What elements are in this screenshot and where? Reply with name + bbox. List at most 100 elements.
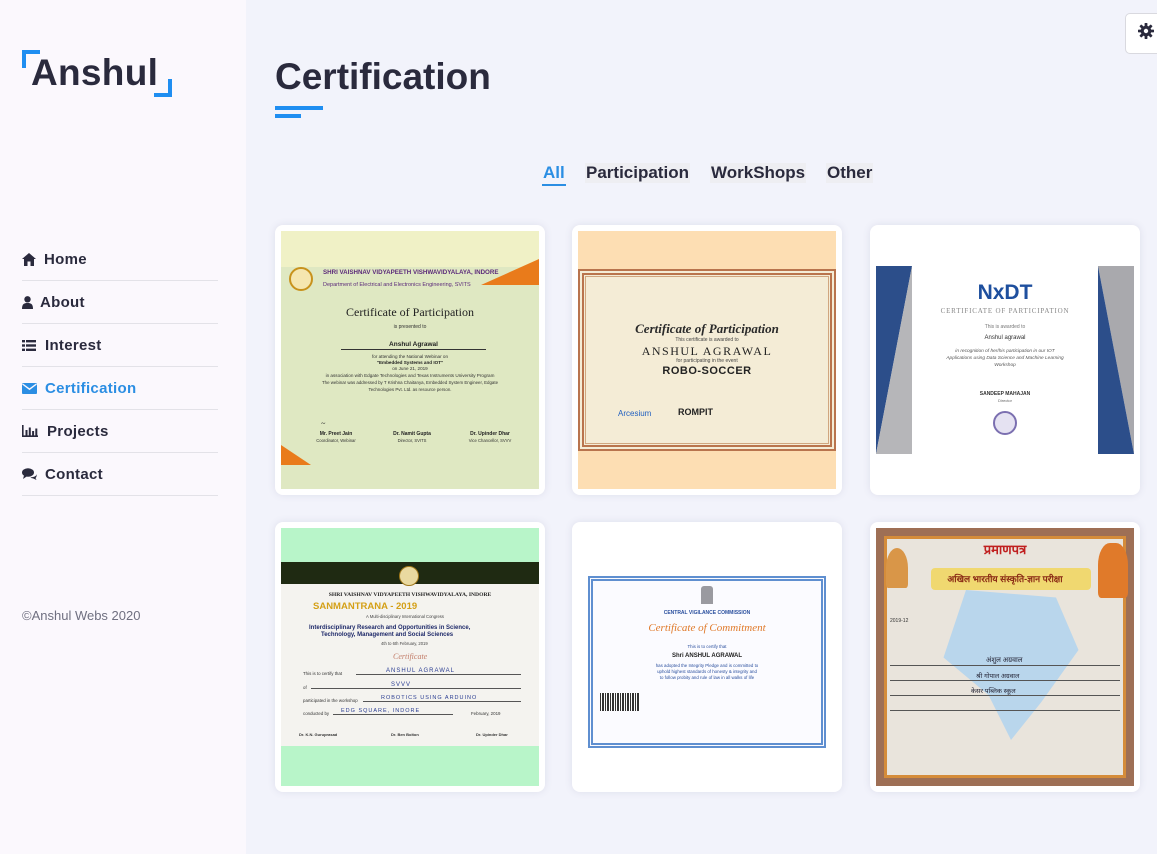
cert-line: "Embedded Systems and IOT" — [376, 360, 444, 365]
certificate-card[interactable]: NxDT CERTIFICATE OF PARTICIPATION This i… — [870, 225, 1140, 495]
sidebar-nav: Home About Interest Certification Projec… — [22, 238, 218, 496]
cert-line: Interdisciplinary Research and Opportuni… — [309, 625, 471, 631]
cert-awarded: This certificate is awarded to — [675, 337, 739, 343]
cert-line: 4th to 6th February, 2019 — [381, 641, 428, 646]
cert-name: Shri ANSHUL AGRAWAL — [671, 653, 743, 659]
cert-line: Technology, Management and Social Scienc… — [321, 632, 454, 638]
cert-signer: SANDEEP MAHAJAN — [979, 391, 1031, 397]
cert-signatory-role: Coordinator, Webinar — [316, 438, 356, 443]
cert-signatory-role: Director, SVITS — [397, 438, 427, 443]
cert-event: ROBO-SOCCER — [662, 365, 752, 377]
cert-line: on June 21, 2019 — [392, 366, 428, 371]
cert-certify: This is to certify that — [687, 644, 727, 649]
nxdt-logo-text: NxDT — [977, 281, 1033, 304]
cert-signatory-name: Dr. Upinder Dhar — [470, 431, 510, 437]
cert-name: अंशुल अग्रवाल — [986, 657, 1023, 664]
nav-label: Home — [44, 250, 87, 268]
nav-item-projects[interactable]: Projects — [22, 410, 218, 453]
cert-university: SHRI VAISHNAV VIDYAPEETH VISHWAVIDYALAYA… — [323, 269, 499, 276]
nav-label: About — [40, 293, 85, 311]
cert-signatory-name: Dr. Upinder Dhar — [476, 732, 508, 737]
certificate-image-sanskriti-pariksha: प्रमाणपत्र अखिल भारतीय संस्कृति-ज्ञान पर… — [876, 528, 1134, 786]
nav-item-home[interactable]: Home — [22, 238, 218, 281]
cert-name: Anshul agrawal — [984, 335, 1026, 341]
certificate-card[interactable]: प्रमाणपत्र अखिल भारतीय संस्कृति-ज्ञान पर… — [870, 522, 1140, 792]
user-icon — [22, 295, 40, 309]
certificate-image-cvc: CENTRAL VIGILANCE COMMISSION Certificate… — [578, 528, 836, 786]
cert-signatory-name: Dr. Ben Bolton — [391, 732, 419, 737]
envelope-icon — [22, 382, 45, 394]
cert-event: SANMANTRANA - 2019 — [313, 601, 418, 612]
certificate-image-nxdt: NxDT CERTIFICATE OF PARTICIPATION This i… — [876, 231, 1134, 489]
cert-line: to follow probity and rule of law in all… — [659, 675, 755, 680]
cert-name: ANSHUL AGRAWAL — [641, 344, 773, 358]
cert-school: केसर पब्लिक स्कूल — [971, 688, 1016, 695]
bar-chart-icon — [22, 425, 47, 437]
certificate-card[interactable]: Certificate of Participation This certif… — [572, 225, 842, 495]
cert-line: Workshop — [994, 363, 1016, 368]
certificate-card[interactable]: SHRI VAISHNAV VIDYAPEETH VISHWAVIDYALAYA… — [275, 225, 545, 495]
cert-line: in recognition of her/his participation … — [955, 349, 1055, 354]
nav-item-certification[interactable]: Certification — [22, 367, 218, 410]
nav-label: Contact — [45, 465, 103, 483]
certificate-image-sanmantrana: SHRI VAISHNAV VIDYAPEETH VISHWAVIDYALAYA… — [281, 528, 539, 786]
cert-line: Technologies Pvt. Ltd. as resource perso… — [368, 387, 452, 392]
nav-label: Projects — [47, 422, 109, 440]
cert-date: February, 2019 — [471, 711, 501, 716]
gear-icon — [1138, 23, 1154, 44]
cert-awarded: This is awarded to — [984, 324, 1026, 330]
sponsor-logo-text: ROMPIT — [678, 407, 713, 417]
cert-label: participated in the workshop — [303, 698, 358, 703]
cert-department: Department of Electrical and Electronics… — [323, 282, 471, 288]
sidebar: Anshul Home About Interest Certification — [0, 0, 246, 854]
nav-item-contact[interactable]: Contact — [22, 453, 218, 496]
nav-label: Certification — [45, 379, 137, 397]
cert-signatory-name: Mr. Preet Jain — [319, 431, 353, 437]
cert-heading: Certificate of Participation — [635, 321, 779, 336]
filter-participation[interactable]: Participation — [585, 163, 690, 183]
cert-commission: CENTRAL VIGILANCE COMMISSION — [663, 610, 751, 616]
filter-other[interactable]: Other — [826, 163, 874, 183]
cert-conducted: EDG SQUARE, INDORE — [333, 708, 453, 715]
cert-banner: अखिल भारतीय संस्कृति-ज्ञान परीक्षा — [947, 574, 1063, 584]
cert-signatory-name: Dr. K.N. Guruprasad — [299, 732, 338, 737]
cert-label: conducted by — [303, 711, 330, 716]
filter-all[interactable]: All — [542, 163, 566, 186]
logo-text: Anshul — [31, 52, 159, 93]
nav-item-interest[interactable]: Interest — [22, 324, 218, 367]
cert-heading: CERTIFICATE OF PARTICIPATION — [940, 307, 1070, 315]
cert-workshop: ROBOTICS USING ARDUINO — [363, 695, 521, 702]
cert-label: of — [303, 685, 307, 690]
cert-for: for participating in the event — [676, 358, 738, 364]
cert-presented: is presented to — [393, 324, 427, 330]
cert-label: This is to certify that — [303, 671, 343, 676]
cert-line: The webinar was addressed by T Krishna C… — [321, 380, 499, 385]
sponsor-logo-text: Arcesium — [618, 409, 652, 418]
nav-item-about[interactable]: About — [22, 281, 218, 324]
cert-signatory-role: Vice Chancellor, SVVV — [468, 438, 512, 443]
certificate-card[interactable]: SHRI VAISHNAV VIDYAPEETH VISHWAVIDYALAYA… — [275, 522, 545, 792]
cert-father: श्री गोपाल अग्रवाल — [976, 673, 1020, 680]
cert-heading: Certificate of Commitment — [648, 622, 766, 634]
filter-workshops[interactable]: WorkShops — [710, 163, 807, 183]
certificate-card[interactable]: CENTRAL VIGILANCE COMMISSION Certificate… — [572, 522, 842, 792]
cert-heading: Certificate — [393, 652, 428, 661]
cert-heading: Certificate of Participation — [346, 305, 474, 319]
list-icon — [22, 339, 45, 351]
cert-line: for attending the National Webinar on — [371, 354, 449, 359]
cert-org: SVVV — [311, 682, 521, 689]
certificate-image-embedded-webinar: SHRI VAISHNAV VIDYAPEETH VISHWAVIDYALAYA… — [281, 231, 539, 489]
filter-bar: All Participation WorkShops Other — [0, 163, 1157, 187]
comments-icon — [22, 468, 45, 480]
home-icon — [22, 252, 44, 266]
cert-name: Anshul Agrawal — [341, 341, 486, 350]
settings-button[interactable] — [1125, 13, 1157, 54]
cert-line: A Multi-disciplinary International Congr… — [366, 614, 444, 619]
cert-signatory-name: Dr. Namit Gupta — [393, 431, 431, 437]
cert-heading: प्रमाणपत्र — [983, 542, 1027, 557]
cert-signer-role: Director — [997, 398, 1012, 403]
logo[interactable]: Anshul — [22, 50, 172, 98]
cert-line: uphold highest standards of honesty & in… — [657, 669, 757, 674]
cert-line: Applications using Data Science and Mach… — [946, 356, 1064, 361]
certificate-image-robo-soccer: Certificate of Participation This certif… — [578, 231, 836, 489]
